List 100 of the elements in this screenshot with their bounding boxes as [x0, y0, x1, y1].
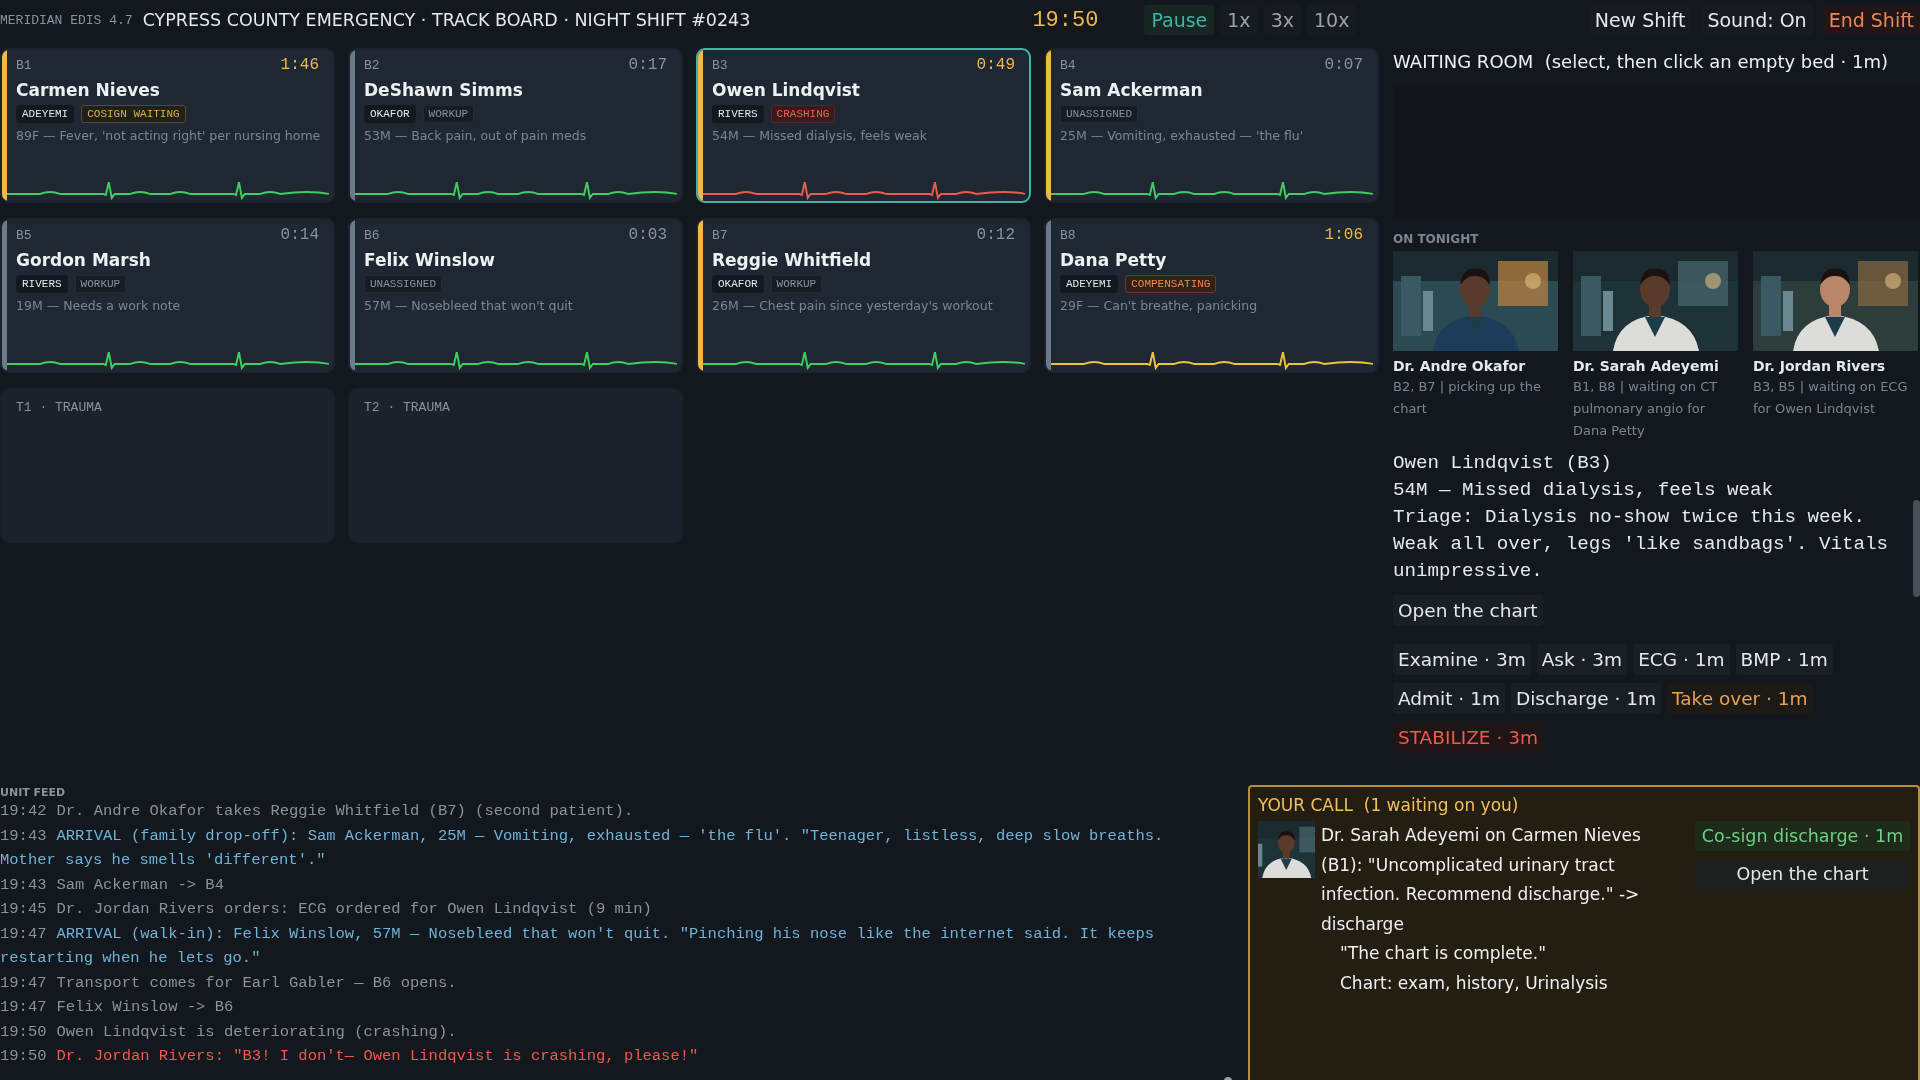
speed-button[interactable]: Pause: [1144, 5, 1215, 35]
status-tag: CRASHING: [770, 105, 836, 123]
doctor-quote: "The chart is complete.": [1339, 942, 1548, 965]
patient-name: Carmen Nieves: [16, 80, 161, 100]
open-chart-button[interactable]: Open the chart: [1393, 595, 1543, 626]
feed-entry: 19:50 Dr. Jordan Rivers: "B3! I don't— Owen Lindqvist is crashing, please!": [0, 1046, 700, 1067]
bed-label: B6: [364, 227, 380, 243]
status-tag: COMPENSATING: [1125, 275, 1217, 293]
order-button[interactable]: ECG · 1m: [1633, 644, 1730, 675]
patient-name: Dana Petty: [1060, 250, 1168, 270]
chart-summary: Chart: exam, history, Urinalysis: [1339, 971, 1609, 995]
feed-entry: 19:47 Transport comes for Earl Gabler — B6 opens.: [0, 972, 458, 994]
wait-timer: 0:12: [976, 226, 1015, 244]
doctor-status: B2, B7 | picking up the chart: [1393, 378, 1543, 418]
waiting-room-heading: WAITING ROOM (select, then click an empty bed · 1m): [1393, 51, 1889, 72]
status-tag: WORKUP: [422, 105, 475, 123]
status-tag: WORKUP: [74, 275, 127, 293]
feed-entry: 19:43 Sam Ackerman -> B4: [0, 874, 225, 896]
patient-name: Reggie Whitfield: [712, 250, 873, 270]
wait-timer: 0:07: [1324, 56, 1363, 74]
order-button[interactable]: STABILIZE · 3m: [1393, 722, 1543, 753]
chief-complaint: 29F — Can't breathe, panicking: [1060, 298, 1259, 313]
cosign-request: Dr. Sarah Adeyemi on Carmen Nieves (B1): "Uncomplicated urinary tract infection. Recommend discharge." -> discharge: [1321, 824, 1642, 936]
bed-card[interactable]: B7 0:12 Reggie Whitfield OKAFOR WORKUP 26M — Chest pain since yesterday's workout: [696, 218, 1031, 373]
patient-summary: 54M — Missed dialysis, feels weak: [1393, 478, 1774, 503]
call-button[interactable]: Co-sign discharge · 1m: [1695, 821, 1910, 851]
status-tag: UNASSIGNED: [364, 275, 442, 293]
bed-label: B7: [712, 227, 728, 243]
order-button[interactable]: Admit · 1m: [1393, 683, 1505, 714]
wait-timer: 1:06: [1324, 226, 1363, 244]
chief-complaint: 54M — Missed dialysis, feels weak: [712, 128, 928, 143]
status-tag: WORKUP: [770, 275, 823, 293]
bed-card[interactable]: B2 0:17 DeShawn Simms OKAFOR WORKUP 53M — Back pain, out of pain meds: [348, 48, 683, 203]
bed-card[interactable]: B6 0:03 Felix Winslow UNASSIGNED 57M — Nosebleed that won't quit: [348, 218, 683, 373]
doctor-name: Dr. Jordan Rivers: [1753, 358, 1887, 374]
patient-name: Sam Ackerman: [1060, 80, 1204, 100]
bed-label: B3: [712, 57, 728, 73]
feed-entry: 19:50 Owen Lindqvist is deteriorating (crashing).: [0, 1021, 458, 1043]
patient-name: Felix Winslow: [364, 250, 496, 270]
bed-card[interactable]: B3 0:49 Owen Lindqvist RIVERS CRASHING 54M — Missed dialysis, feels weak: [696, 48, 1031, 203]
chief-complaint: 57M — Nosebleed that won't quit: [364, 298, 574, 313]
order-button[interactable]: Examine · 3m: [1393, 644, 1531, 675]
wait-timer: 0:14: [280, 226, 319, 244]
status-tag: RIVERS: [16, 275, 68, 293]
your-call-heading: YOUR CALL (1 waiting on you): [1258, 795, 1520, 815]
feed-entry: 19:47 ARRIVAL (walk-in): Felix Winslow, 57M — Nosebleed that won't quit. "Pinching his nose like the internet said. It keeps restarting when he lets go.": [0, 923, 1156, 969]
bed-label: B1: [16, 57, 32, 73]
status-tag: OKAFOR: [364, 105, 416, 123]
bed-label: B5: [16, 227, 32, 243]
section-heading: ON TONIGHT: [1393, 232, 1480, 246]
order-button[interactable]: BMP · 1m: [1735, 644, 1833, 675]
bed-label: T2 · TRAUMA: [364, 400, 450, 415]
speed-button[interactable]: 3x: [1263, 5, 1301, 35]
doctor-name: Dr. Andre Okafor: [1393, 358, 1527, 374]
shift-button[interactable]: End Shift: [1822, 5, 1920, 35]
doctor-status: B3, B5 | waiting on ECG for Owen Lindqvist: [1753, 378, 1909, 418]
chief-complaint: 53M — Back pain, out of pain meds: [364, 128, 588, 143]
bed-label: B8: [1060, 227, 1076, 243]
status-tag: RIVERS: [712, 105, 764, 123]
shift-button[interactable]: Sound: On: [1701, 5, 1813, 35]
order-button[interactable]: Take over · 1m: [1667, 683, 1813, 714]
status-tag: ADEYEMI: [1060, 275, 1119, 293]
bed-label: B2: [364, 57, 380, 73]
wait-timer: 0:49: [976, 56, 1015, 74]
chief-complaint: 26M — Chest pain since yesterday's workout: [712, 298, 994, 313]
triage-note: Triage: Dialysis no-show twice this week. Weak all over, legs 'like sandbags'. Vitals unimpressive.: [1393, 505, 1890, 584]
bed-label: B4: [1060, 57, 1076, 73]
status-tag: COSIGN WAITING: [81, 105, 186, 123]
shift-button[interactable]: New Shift: [1588, 5, 1692, 35]
chief-complaint: 89F — Fever, 'not acting right' per nursing home: [16, 128, 319, 143]
patient-name: DeShawn Simms: [364, 80, 524, 100]
order-button[interactable]: Ask · 3m: [1536, 644, 1628, 675]
feed-entry: 19:42 Dr. Andre Okafor takes Reggie Whitfield (B7) (second patient).: [0, 801, 635, 822]
bed-card[interactable]: B4 0:07 Sam Ackerman UNASSIGNED 25M — Vomiting, exhausted — 'the flu': [1044, 48, 1379, 203]
order-button[interactable]: Discharge · 1m: [1510, 683, 1662, 714]
patient-name: Gordon Marsh: [16, 250, 152, 270]
status-tag: UNASSIGNED: [1060, 105, 1138, 123]
empty-bed-card[interactable]: T1 · TRAUMA: [0, 388, 335, 543]
bed-card[interactable]: B8 1:06 Dana Petty ADEYEMI COMPENSATING 29F — Can't breathe, panicking: [1044, 218, 1379, 373]
bed-label: T1 · TRAUMA: [16, 400, 102, 415]
chief-complaint: 25M — Vomiting, exhausted — 'the flu': [1060, 128, 1305, 143]
doctor-status: B1, B8 | waiting on CT pulmonary angio for Dana Petty: [1573, 378, 1719, 440]
wait-timer: 0:17: [628, 56, 667, 74]
doctor-name: Dr. Sarah Adeyemi: [1573, 358, 1720, 374]
call-button[interactable]: Open the chart: [1695, 859, 1910, 889]
feed-heading: UNIT FEED: [0, 786, 67, 799]
app-version: MERIDIAN EDIS 4.7: [0, 12, 133, 28]
scrollbar-thumb[interactable]: [1913, 500, 1920, 597]
status-tag: OKAFOR: [712, 275, 764, 293]
wait-timer: 0:03: [628, 226, 667, 244]
empty-bed-card[interactable]: T2 · TRAUMA: [348, 388, 683, 543]
wait-timer: 1:46: [280, 56, 319, 74]
feed-entry: 19:45 Dr. Jordan Rivers orders: ECG ordered for Owen Lindqvist (9 min): [0, 899, 653, 920]
feed-entry: 19:47 Felix Winslow -> B6: [0, 997, 235, 1018]
bed-card[interactable]: B1 1:46 Carmen Nieves ADEYEMI COSIGN WAITING 89F — Fever, 'not acting right' per nursing home: [0, 48, 335, 203]
speed-button[interactable]: 1x: [1220, 5, 1258, 35]
bed-card[interactable]: B5 0:14 Gordon Marsh RIVERS WORKUP 19M — Needs a work note: [0, 218, 335, 373]
speed-button[interactable]: 10x: [1306, 5, 1357, 35]
shift-clock: 19:50: [1032, 7, 1099, 33]
status-tag: ADEYEMI: [16, 105, 75, 123]
